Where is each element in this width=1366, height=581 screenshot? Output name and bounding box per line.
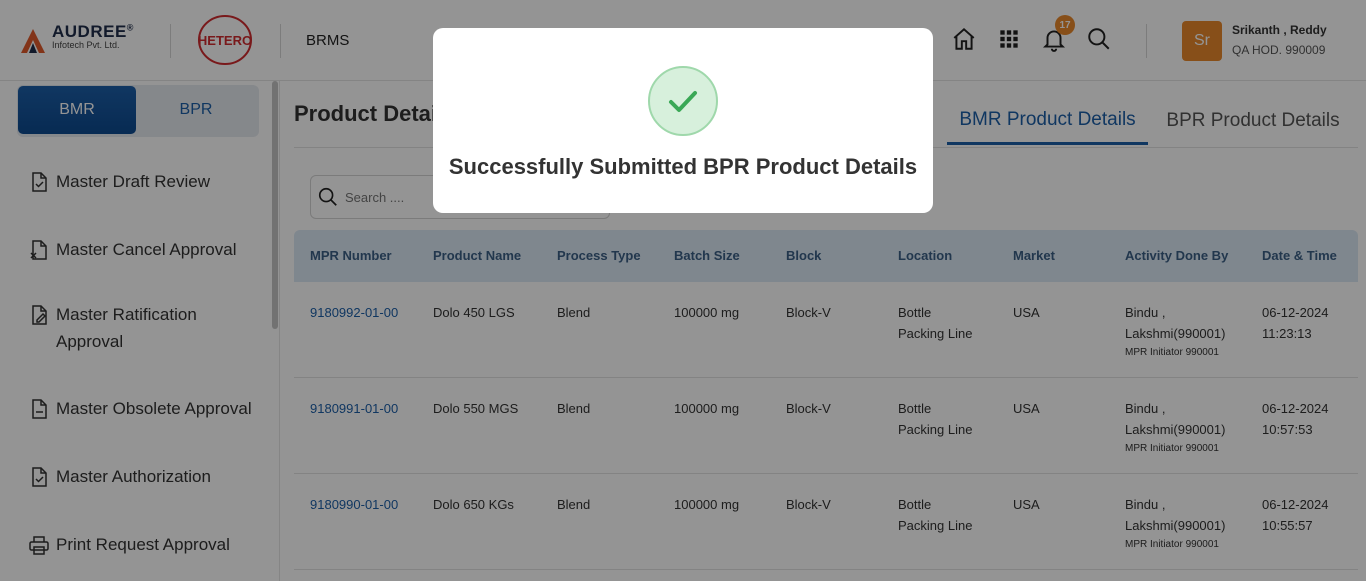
success-modal: Successfully Submitted BPR Product Detai…	[433, 28, 933, 213]
success-message: Successfully Submitted BPR Product Detai…	[448, 154, 918, 179]
success-check-badge	[648, 66, 718, 136]
check-icon	[669, 91, 697, 112]
